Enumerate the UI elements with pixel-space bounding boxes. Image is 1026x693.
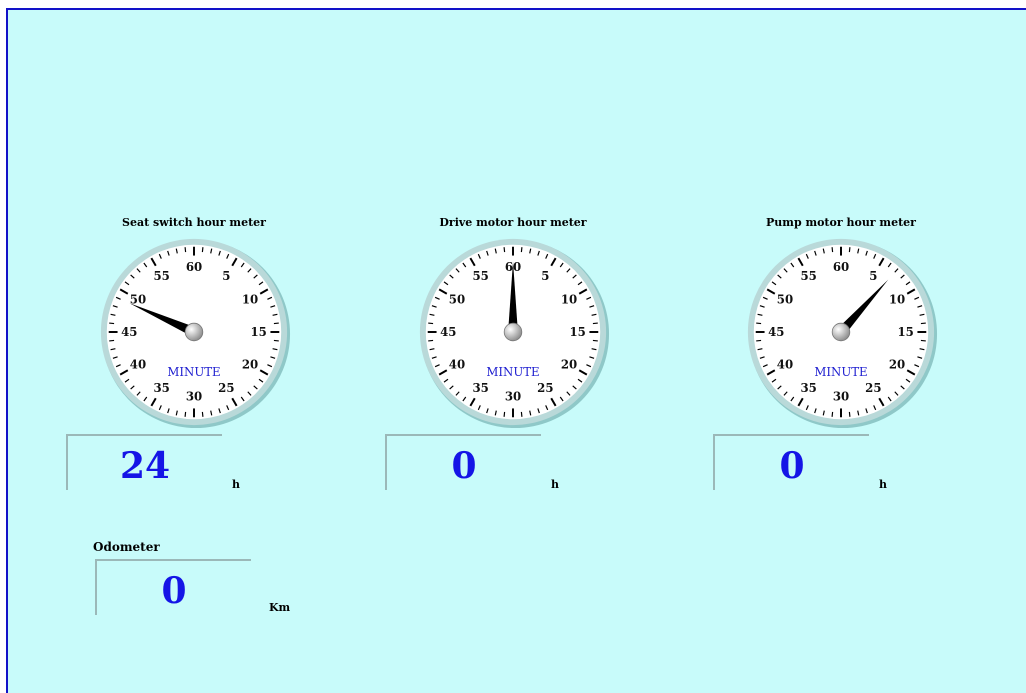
minor-tick <box>592 339 598 342</box>
dial-number: 60 <box>186 260 202 274</box>
dial-number: 25 <box>865 381 881 395</box>
minor-tick <box>520 411 523 417</box>
minor-tick <box>848 247 851 253</box>
hours-unit-label: h <box>232 478 240 491</box>
minor-tick <box>201 247 204 253</box>
dial-label: MINUTE <box>486 365 539 379</box>
dial-number: 25 <box>537 381 553 395</box>
minor-tick <box>831 411 834 417</box>
minor-tick <box>756 339 762 342</box>
minor-tick <box>428 339 434 342</box>
minor-tick <box>920 322 926 325</box>
seat-switch-hours-readout: 24 <box>66 434 222 490</box>
dial-number: 10 <box>561 293 577 307</box>
dial-number: 30 <box>186 390 202 404</box>
odometer-unit-label: Km <box>269 601 291 614</box>
dial-label: MINUTE <box>814 365 867 379</box>
minor-tick <box>109 339 115 342</box>
drive-motor-minute-dial: 60510152025303540455055MINUTE <box>419 238 610 429</box>
dial-number: 5 <box>869 269 877 283</box>
meter-title: Seat switch hour meter <box>122 216 266 229</box>
minor-tick <box>756 322 762 325</box>
dial-number: 20 <box>889 357 905 371</box>
dial-number: 25 <box>218 381 234 395</box>
dial-number: 15 <box>898 325 914 339</box>
minor-tick <box>503 411 506 417</box>
dial-number: 35 <box>472 381 488 395</box>
dial-number: 30 <box>505 390 521 404</box>
odometer: Odometer 0 Km <box>93 537 313 627</box>
minor-tick <box>592 322 598 325</box>
dial-number: 20 <box>561 357 577 371</box>
minor-tick <box>503 247 506 253</box>
seat-switch-minute-dial: 60510152025303540455055MINUTE <box>100 238 291 429</box>
minor-tick <box>920 339 926 342</box>
drive-motor-hours-readout: 0 <box>385 434 541 490</box>
dial-number: 45 <box>768 325 784 339</box>
meter-title: Drive motor hour meter <box>439 216 587 229</box>
dial-number: 20 <box>242 357 258 371</box>
dial-number: 55 <box>153 269 169 283</box>
pump-motor-minute-dial: 60 5 10 15 20 25 30 35 40 45 50 55 MINUTE <box>747 238 938 429</box>
minor-tick <box>848 411 851 417</box>
odometer-label: Odometer <box>93 540 160 554</box>
minor-tick <box>184 247 187 253</box>
minor-tick <box>109 322 115 325</box>
pump-motor-hours-readout: 0 <box>713 434 869 490</box>
dial-number: 5 <box>541 269 549 283</box>
dial-number: 5 <box>222 269 230 283</box>
hour-meter-panel: Seat switch hour meter 60 5 10 15 20 25 30 35 40… <box>6 8 1026 693</box>
dial-number: 10 <box>889 293 905 307</box>
dial-number: 15 <box>251 325 267 339</box>
dial-number: 35 <box>800 381 816 395</box>
minor-tick <box>273 339 279 342</box>
dial-number: 60 <box>833 260 849 274</box>
minor-tick <box>831 247 834 253</box>
dial-hub <box>184 322 204 342</box>
dial-number: 35 <box>153 381 169 395</box>
dial-number: 50 <box>777 293 793 307</box>
dial-number: 55 <box>800 269 816 283</box>
dial-number: 55 <box>472 269 488 283</box>
dial-number: 45 <box>440 325 456 339</box>
hours-unit-label: h <box>879 478 887 491</box>
dial-label: MINUTE <box>167 365 220 379</box>
dial-hub <box>503 322 523 342</box>
dial-number: 30 <box>833 390 849 404</box>
dial-number: 45 <box>121 325 137 339</box>
minor-tick <box>201 411 204 417</box>
hours-unit-label: h <box>551 478 559 491</box>
minor-tick <box>520 247 523 253</box>
dial-number: 15 <box>570 325 586 339</box>
dial-number: 40 <box>449 357 465 371</box>
dial-number: 40 <box>130 357 146 371</box>
meter-title: Pump motor hour meter <box>766 216 916 229</box>
odometer-readout: 0 <box>95 559 251 615</box>
dial-number: 40 <box>777 357 793 371</box>
dial-number: 10 <box>242 293 258 307</box>
dial-number: 50 <box>449 293 465 307</box>
minor-tick <box>273 322 279 325</box>
dial-hub <box>831 322 851 342</box>
minor-tick <box>428 322 434 325</box>
minor-tick <box>184 411 187 417</box>
